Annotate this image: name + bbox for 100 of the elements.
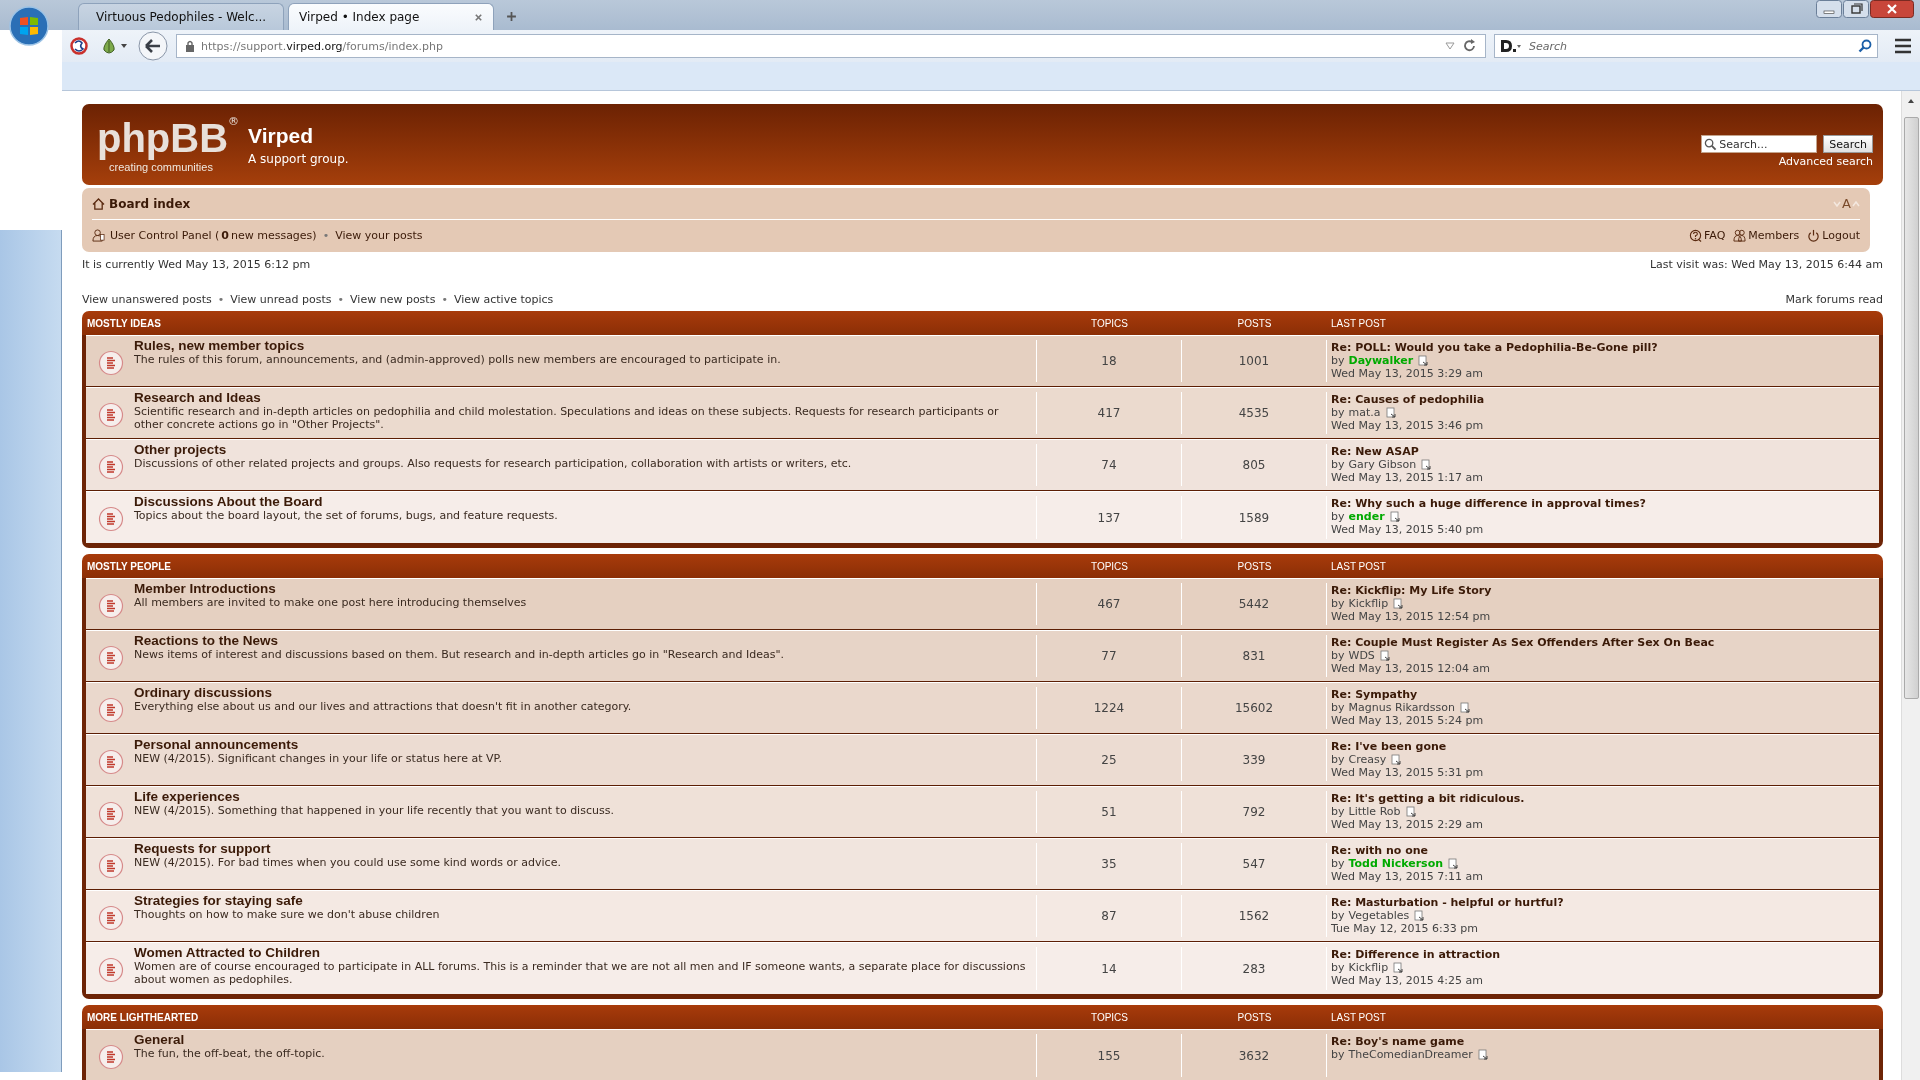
forum-title-link[interactable]: General <box>134 1032 325 1047</box>
view-post-icon[interactable] <box>1414 910 1426 921</box>
last-visit-text: Last visit was: Wed May 13, 2015 6:44 am <box>1649 258 1883 271</box>
view-post-icon[interactable] <box>1421 459 1433 470</box>
author-link[interactable]: Gary Gibson <box>1348 458 1417 471</box>
topic-count: 14 <box>1101 961 1117 976</box>
view-post-icon[interactable] <box>1393 598 1405 609</box>
author-link[interactable]: Creasy <box>1348 753 1387 766</box>
last-post-link[interactable]: Re: POLL: Would you take a Pedophilia-Be-Gone pill? <box>1331 341 1875 354</box>
view-post-icon[interactable] <box>1385 407 1397 418</box>
post-time: Wed May 13, 2015 12:04 am <box>1331 662 1491 675</box>
navbar-link[interactable]: View your posts <box>335 228 423 242</box>
forum-title-link[interactable]: Requests for support <box>134 841 561 856</box>
author-link[interactable]: Kickflip <box>1348 597 1389 610</box>
last-post-link[interactable]: Re: Difference in attraction <box>1331 948 1875 961</box>
view-post-icon[interactable] <box>1418 355 1430 366</box>
back-button[interactable] <box>138 31 168 61</box>
new-tab-icon[interactable] <box>506 11 517 22</box>
last-post-link[interactable]: Re: It's getting a bit ridiculous. <box>1331 792 1875 805</box>
block-icon[interactable] <box>70 37 88 55</box>
minimize-icon[interactable] <box>1816 0 1842 18</box>
view-post-icon[interactable] <box>1477 1049 1489 1060</box>
author-link[interactable]: TheComedianDreamer <box>1348 1048 1473 1061</box>
url-field[interactable]: https://support.virped.org/forums/index.php <box>176 34 1486 58</box>
last-post-link[interactable]: Re: Boy's name game <box>1331 1035 1875 1048</box>
view-post-icon[interactable] <box>1389 511 1401 522</box>
last-post-link[interactable]: Re: I've been gone <box>1331 740 1875 753</box>
view-posts-link[interactable]: View unread posts <box>230 293 332 306</box>
post-time: Wed May 13, 2015 12:54 pm <box>1331 610 1492 623</box>
close-icon[interactable] <box>474 12 483 22</box>
topic-count: 74 <box>1101 458 1117 472</box>
forum-title-link[interactable]: Ordinary discussions <box>134 685 632 700</box>
forum-title-link[interactable]: Reactions to the News <box>134 633 784 648</box>
forum-title-link[interactable]: Strategies for staying safe <box>134 893 440 908</box>
close-icon[interactable] <box>1870 0 1914 18</box>
last-post-link[interactable]: Re: Sympathy <box>1331 688 1875 701</box>
separator: • <box>216 293 226 306</box>
view-post-icon[interactable] <box>1393 962 1405 973</box>
forum-title-link[interactable]: Other projects <box>134 442 852 457</box>
view-posts-link[interactable]: View active topics <box>453 293 554 306</box>
current-time-text: It is currently Wed May 13, 2015 6:12 pm <box>82 258 311 271</box>
last-post-link[interactable]: Re: Kickflip: My Life Story <box>1331 584 1875 597</box>
font-size-button[interactable]: A <box>1833 196 1860 211</box>
last-post-link[interactable]: Re: New ASAP <box>1331 445 1875 458</box>
search-field[interactable]: Search <box>1494 34 1878 58</box>
author-link[interactable]: WDS <box>1348 649 1375 662</box>
browser-tab[interactable]: Virped • Index page <box>288 3 494 30</box>
browser-tab[interactable]: Virtuous Pedophiles - Welc... <box>78 3 284 30</box>
onion-icon[interactable] <box>100 37 130 55</box>
forum-title-link[interactable]: Life experiences <box>134 789 614 804</box>
forum-title-link[interactable]: Women Attracted to Children <box>134 945 1030 960</box>
view-post-icon[interactable] <box>1405 806 1417 817</box>
advanced-search-link[interactable]: Advanced search <box>1778 155 1873 168</box>
forum-description: NEW (4/2015). For bad times when you could use some kind words or advice. <box>134 856 561 869</box>
category-title[interactable]: MOSTLY IDEAS <box>86 317 1037 329</box>
search-engine-icon[interactable] <box>1500 39 1522 53</box>
scrollbar-thumb[interactable] <box>1903 117 1919 699</box>
last-post-link[interactable]: Re: Couple Must Register As Sex Offenders After Sex On Beac <box>1331 636 1875 649</box>
column-header: POSTS <box>1236 1011 1273 1023</box>
view-post-icon[interactable] <box>1379 650 1391 661</box>
category-title[interactable]: MORE LIGHTHEARTED <box>86 1011 1037 1023</box>
last-post-link[interactable]: Re: Masturbation - helpful or hurtful? <box>1331 896 1875 909</box>
last-post-link[interactable]: Re: with no one <box>1331 844 1875 857</box>
reload-icon[interactable] <box>1463 39 1477 53</box>
post-time: Tue May 12, 2015 6:33 pm <box>1331 922 1479 935</box>
view-post-icon[interactable] <box>1460 702 1471 713</box>
forum-title-link[interactable]: Rules, new member topics <box>134 338 781 353</box>
navbar-link[interactable]: User Control Panel (0 new messages) <box>110 228 317 242</box>
last-post-link[interactable]: Re: Causes of pedophilia <box>1331 393 1875 406</box>
category-title[interactable]: MOSTLY PEOPLE <box>86 560 1037 572</box>
mark-read-link[interactable]: Mark forums read <box>1785 293 1883 306</box>
last-post-link[interactable]: Re: Why such a huge difference in approval times? <box>1331 497 1875 510</box>
view-posts-link[interactable]: View new posts <box>350 293 436 306</box>
author-link[interactable]: Vegetables <box>1348 909 1410 922</box>
search-icon[interactable] <box>1858 39 1872 53</box>
author-link[interactable]: Kickflip <box>1348 961 1389 974</box>
column-header: TOPICS <box>1089 560 1129 572</box>
forum-title-link[interactable]: Personal announcements <box>134 737 502 752</box>
view-post-icon[interactable] <box>1391 754 1403 765</box>
forum-icon <box>98 644 124 671</box>
restore-icon[interactable] <box>1843 0 1869 18</box>
navbar-link[interactable]: FAQ <box>1689 228 1726 242</box>
forum-title-link[interactable]: Member Introductions <box>134 581 527 596</box>
author-link[interactable]: Magnus Rikardsson <box>1348 701 1455 714</box>
site-logo[interactable]: phpBB® creating communities <box>97 115 237 174</box>
forum-title-link[interactable]: Discussions About the Board <box>134 494 558 509</box>
author-link[interactable]: Little Rob <box>1348 805 1401 818</box>
breadcrumb-link[interactable]: Board index <box>92 196 191 211</box>
search-button[interactable]: Search <box>1823 135 1873 153</box>
search-field[interactable]: Search... <box>1701 135 1818 153</box>
forum-title-link[interactable]: Research and Ideas <box>134 390 1030 405</box>
scrollbar[interactable] <box>1901 91 1920 1080</box>
column-header: TOPICS <box>1089 317 1129 329</box>
navbar-link[interactable]: Logout <box>1807 228 1860 242</box>
forum-description: Scientific research and in-depth articles on pedophilia and child molestation. Speculations and ideas on these subjects. Requests for research participants or other concrete actions go in "Other Projects". <box>134 405 1000 431</box>
view-post-icon[interactable] <box>1448 858 1459 869</box>
menu-icon[interactable] <box>1894 38 1912 54</box>
view-posts-link[interactable]: View unanswered posts <box>82 293 212 306</box>
author-link[interactable]: mat.a <box>1348 406 1381 419</box>
navbar-link[interactable]: Members <box>1733 228 1800 242</box>
